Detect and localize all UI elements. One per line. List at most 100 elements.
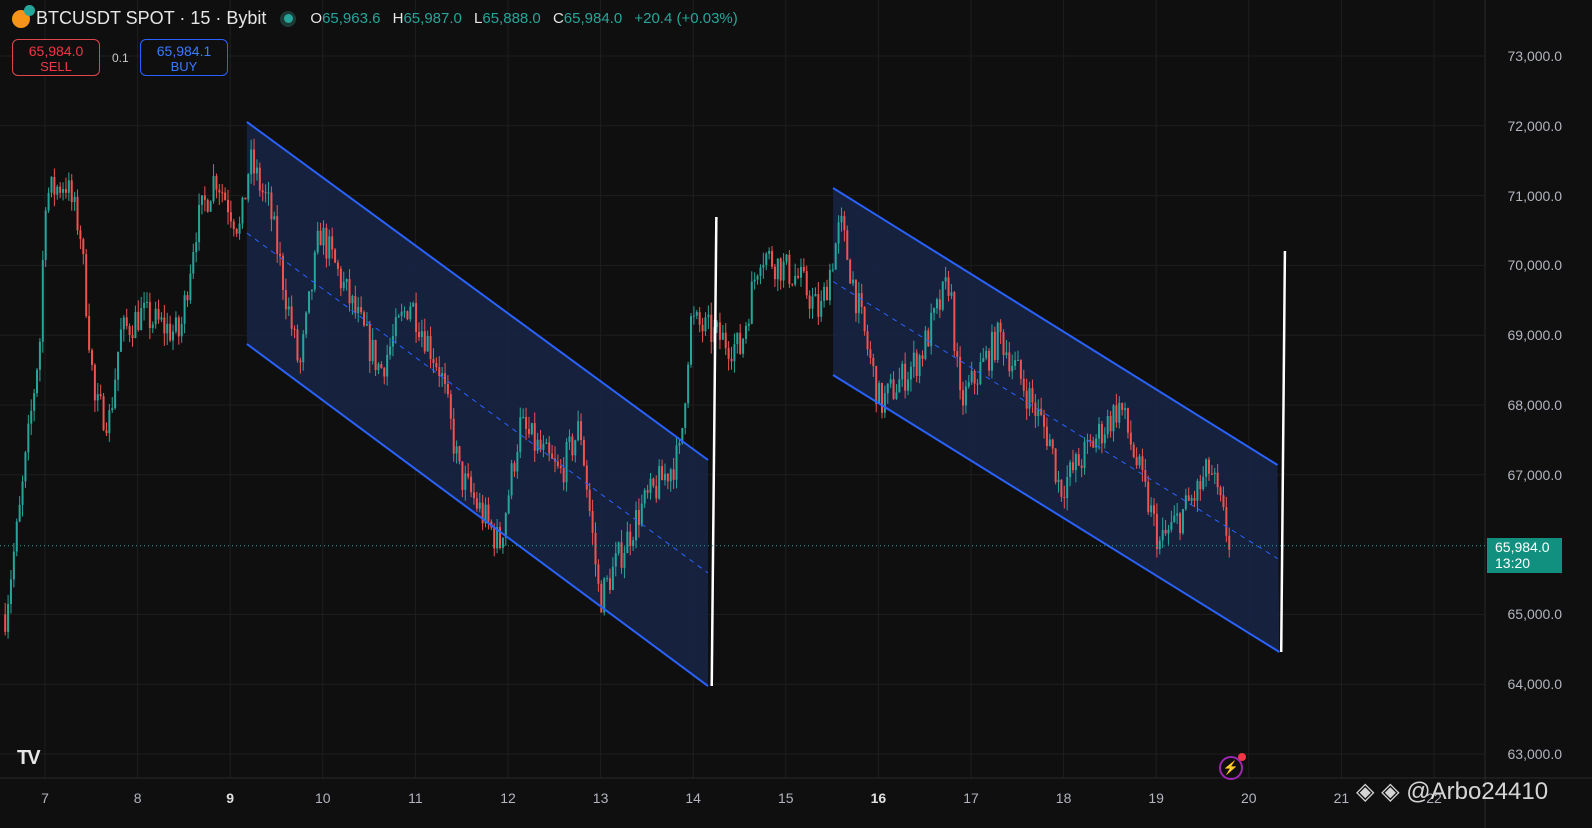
- candle-body: [1014, 360, 1017, 366]
- candle-body: [221, 192, 224, 194]
- candle-body: [886, 383, 889, 394]
- candle-body: [203, 195, 206, 201]
- candle-body: [62, 189, 65, 193]
- candle-body: [470, 476, 473, 493]
- candle-body: [1048, 439, 1051, 447]
- candle-body: [172, 331, 175, 341]
- candle-body: [1181, 509, 1184, 534]
- candle-body: [458, 446, 461, 462]
- candle-body: [872, 357, 875, 367]
- candle-body: [1129, 432, 1132, 445]
- lightning-icon[interactable]: ⚡: [1219, 753, 1246, 780]
- candle-body: [985, 350, 988, 359]
- candle-body: [744, 325, 747, 339]
- candle-body: [105, 430, 108, 434]
- chart-legend: BTCUSDT SPOT · 15 · Bybit O65,963.6 H65,…: [12, 4, 738, 29]
- x-tick-label: 8: [133, 790, 142, 806]
- candle-body: [73, 196, 76, 203]
- candle-body: [597, 564, 600, 584]
- candle-body: [530, 423, 533, 435]
- candle-body: [1207, 459, 1210, 474]
- candle-body: [701, 324, 704, 332]
- candle-body: [302, 334, 305, 363]
- candle-body: [151, 324, 154, 329]
- candle-body: [1167, 529, 1170, 534]
- price-chart[interactable]: [0, 0, 1592, 828]
- candle-body: [637, 510, 640, 526]
- candle-body: [276, 216, 279, 254]
- symbol-title[interactable]: BTCUSDT SPOT · 15 · Bybit: [36, 8, 266, 29]
- candle-body: [357, 307, 360, 314]
- candle-body: [163, 317, 166, 334]
- candle-body: [970, 370, 973, 383]
- candle-body: [1205, 459, 1208, 477]
- candle-body: [461, 461, 464, 490]
- candle-body: [950, 292, 953, 296]
- candle-body: [467, 473, 470, 477]
- candle-body: [493, 527, 496, 549]
- candle-body: [475, 498, 478, 509]
- candle-body: [238, 223, 241, 234]
- candle-body: [244, 197, 247, 200]
- candle-body: [1213, 472, 1216, 475]
- candle-body: [608, 578, 611, 591]
- candle-body: [797, 275, 800, 278]
- tradingview-logo[interactable]: TV: [17, 747, 41, 770]
- candle-body: [169, 323, 172, 341]
- candle-body: [1161, 529, 1164, 541]
- candle-body: [160, 317, 163, 320]
- x-tick-label: 19: [1148, 790, 1164, 806]
- candle-body: [756, 275, 759, 280]
- candle-body: [889, 379, 892, 384]
- candle-body: [721, 332, 724, 340]
- sell-button[interactable]: 65,984.0 SELL: [12, 39, 100, 76]
- candle-body: [669, 469, 672, 482]
- candle-body: [336, 262, 339, 269]
- candle-body: [258, 167, 261, 191]
- candle-body: [140, 308, 143, 331]
- candle-body: [907, 379, 910, 391]
- candle-body: [137, 311, 140, 331]
- candle-body: [96, 394, 99, 401]
- candle-body: [964, 386, 967, 406]
- candle-body: [1103, 434, 1106, 444]
- candle-body: [750, 281, 753, 324]
- candle-body: [56, 186, 59, 195]
- candle-body: [1164, 529, 1167, 534]
- candle-body: [229, 212, 232, 222]
- candle-body: [267, 192, 270, 194]
- x-tick-label: 12: [500, 790, 516, 806]
- candle-body: [281, 255, 284, 291]
- candle-body: [588, 489, 591, 511]
- candle-body: [4, 614, 7, 632]
- x-tick-label: 13: [592, 790, 609, 806]
- candle-body: [663, 473, 666, 481]
- candle-body: [1147, 481, 1150, 513]
- candle-body: [464, 473, 467, 490]
- candle-body: [562, 468, 565, 483]
- candle-body: [826, 286, 829, 301]
- candle-body: [1135, 456, 1138, 466]
- candle-body: [1025, 390, 1028, 409]
- candle-body: [241, 197, 244, 224]
- candle-body: [953, 292, 956, 351]
- x-tick-label: 21: [1333, 790, 1350, 806]
- candle-body: [522, 416, 525, 418]
- candle-body: [892, 379, 895, 399]
- candle-body: [354, 296, 357, 314]
- sell-label: SELL: [40, 59, 72, 74]
- buy-button[interactable]: 65,984.1 BUY: [140, 39, 228, 76]
- candle-body: [976, 383, 979, 385]
- candle-body: [212, 176, 215, 202]
- candle-body: [866, 331, 869, 350]
- candle-body: [143, 302, 146, 309]
- candle-body: [993, 331, 996, 360]
- candle-body: [287, 306, 290, 310]
- candle-body: [198, 204, 201, 243]
- candle-body: [545, 442, 548, 444]
- candle-body: [582, 439, 585, 466]
- candle-body: [626, 531, 629, 554]
- order-quantity[interactable]: 0.1: [112, 51, 129, 65]
- candle-body: [21, 481, 24, 505]
- candle-body: [1040, 408, 1043, 415]
